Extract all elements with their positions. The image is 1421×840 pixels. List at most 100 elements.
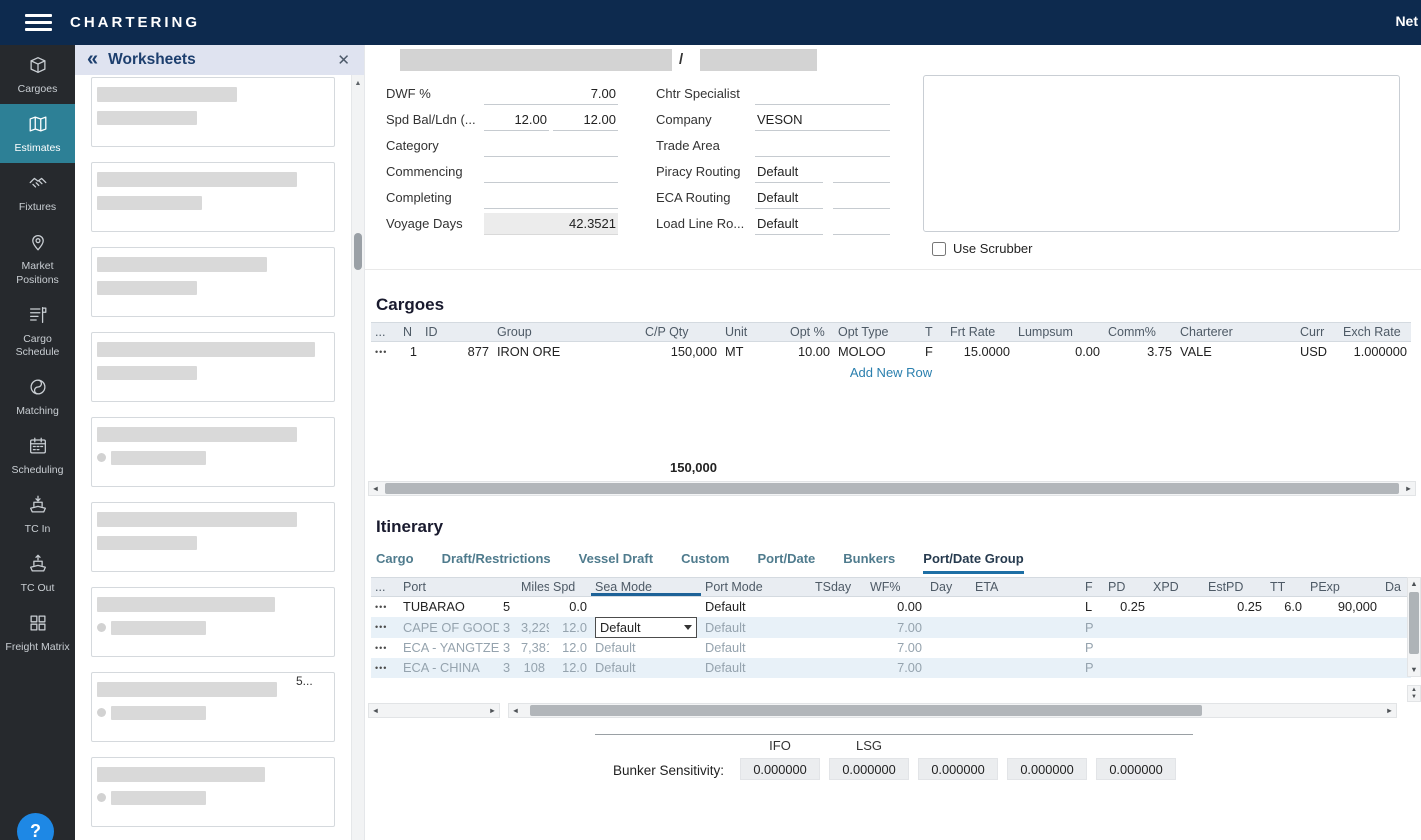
worksheet-card[interactable] [91,757,335,827]
row-menu-icon[interactable]: ••• [371,597,399,617]
cell-wf[interactable]: 7.00 [866,638,926,658]
cell-estpd[interactable] [1204,617,1266,638]
notes-textarea[interactable] [923,75,1400,232]
piracy-routing-input[interactable] [755,161,823,183]
cell-xpd[interactable] [1149,597,1204,617]
scrollbar-thumb[interactable] [530,705,1202,716]
scroll-left-icon[interactable]: ◄ [369,482,382,495]
itinerary-row[interactable]: ••• ECA - CHINA 3 108 12.0 Default Defau… [371,658,1411,678]
cell-tt[interactable] [1266,617,1306,638]
cell-sea-mode[interactable]: Default [591,658,701,678]
trade-area-input[interactable] [755,135,890,157]
scroll-right-icon[interactable]: ► [1402,482,1415,495]
scrollbar-thumb[interactable] [354,233,362,270]
worksheet-card[interactable] [91,587,335,657]
cell-day[interactable] [926,658,971,678]
cell-port-mode[interactable]: Default [701,597,811,617]
cell-estpd[interactable] [1204,658,1266,678]
cell-tsday[interactable] [811,617,866,638]
cell-lumpsum[interactable]: 0.00 [1014,342,1104,362]
help-button[interactable]: ? [17,813,54,840]
cell-charterer[interactable]: VALE [1176,342,1296,362]
scroll-left-icon[interactable]: ◄ [509,704,522,717]
cell-pd[interactable] [1104,617,1149,638]
dwf-input[interactable] [484,83,618,105]
sidebar-item-matching[interactable]: Matching [0,367,75,426]
scroll-up-icon[interactable]: ▲ [1408,578,1420,590]
add-new-row-link[interactable]: Add New Row [371,365,1411,380]
worksheets-scrollbar[interactable]: ▲ [351,75,364,840]
cell-port-mode[interactable]: Default [701,658,811,678]
piracy-routing-secondary-field[interactable] [833,161,890,183]
row-menu-icon[interactable]: ••• [371,617,399,638]
cell-eta[interactable] [971,597,1081,617]
cell-day[interactable] [926,638,971,658]
cell-tt[interactable]: 6.0 [1266,597,1306,617]
topbar-right-link[interactable]: Net [1395,13,1418,29]
sidebar-item-estimates[interactable]: Estimates [0,104,75,163]
cell-tsday[interactable] [811,638,866,658]
sea-mode-dropdown[interactable]: Default [595,617,697,638]
cell-estpd[interactable] [1204,638,1266,658]
cell-tsday[interactable] [811,658,866,678]
cell-pexp[interactable]: 90,000 [1306,597,1381,617]
cell-frt-rate[interactable]: 15.0000 [946,342,1014,362]
cell-sea-mode[interactable] [591,597,701,617]
cell-port[interactable]: TUBARAO [399,597,499,617]
scrollbar-thumb[interactable] [385,483,1399,494]
cell-miles[interactable]: 3,229 [517,617,549,638]
eca-routing-secondary-field[interactable] [833,187,890,209]
cell-port[interactable]: CAPE OF GOOD [399,617,499,638]
cell-pd[interactable]: 0.25 [1104,597,1149,617]
tab-bunkers[interactable]: Bunkers [843,551,895,574]
cell-port-mode[interactable]: Default [701,638,811,658]
cell-miles[interactable]: 108 [517,658,549,678]
cell-f[interactable]: P [1081,658,1104,678]
close-icon[interactable]: ✕ [337,51,350,69]
cell-xpd[interactable] [1149,658,1204,678]
cell-sea-mode[interactable]: Default [591,638,701,658]
worksheet-card[interactable] [91,77,335,147]
commencing-input[interactable] [484,161,618,183]
sidebar-item-fixtures[interactable]: Fixtures [0,163,75,222]
cell-spd[interactable]: 12.0 [549,658,591,678]
itinerary-row[interactable]: ••• ECA - YANGTZE 3 7,381 12.0 Default D… [371,638,1411,658]
row-menu-icon[interactable]: ••• [371,342,399,362]
cell-xpd[interactable] [1149,638,1204,658]
scrollbar-thumb[interactable] [1409,592,1419,654]
worksheet-card[interactable] [91,162,335,232]
itinerary-row[interactable]: ••• CAPE OF GOOD 3 3,229 12.0 Default De… [371,617,1411,638]
eca-routing-input[interactable] [755,187,823,209]
worksheet-card[interactable] [91,417,335,487]
cell-t[interactable]: F [921,342,946,362]
cell-tsday[interactable] [811,597,866,617]
cell-tt[interactable] [1266,658,1306,678]
scroll-up-icon[interactable]: ▲ [352,80,364,87]
completing-input[interactable] [484,187,618,209]
cell-wf[interactable]: 7.00 [866,658,926,678]
cell-pd[interactable] [1104,638,1149,658]
tab-cargo[interactable]: Cargo [376,551,414,574]
cell-eta[interactable] [971,617,1081,638]
tab-vessel-draft[interactable]: Vessel Draft [579,551,653,574]
spd-ballast-input[interactable] [484,109,549,131]
sidebar-item-scheduling[interactable]: Scheduling [0,426,75,485]
cell-pexp[interactable] [1306,617,1381,638]
cell-wf[interactable]: 7.00 [866,617,926,638]
bunker-sensitivity-input-2[interactable] [829,758,909,780]
spd-laden-input[interactable] [553,109,618,131]
use-scrubber-checkbox[interactable] [932,242,946,256]
menu-icon[interactable] [25,10,52,35]
cell-f[interactable]: P [1081,638,1104,658]
itinerary-vscrollbar[interactable]: ▲ ▼ [1407,577,1421,677]
scrollbar-track[interactable] [522,704,1383,717]
cell-curr[interactable]: USD [1296,342,1339,362]
cell-day[interactable] [926,597,971,617]
cell-unit[interactable]: MT [721,342,786,362]
cell-pexp[interactable] [1306,638,1381,658]
cell-port-mode[interactable]: Default [701,617,811,638]
cell-miles[interactable]: 7,381 [517,638,549,658]
category-input[interactable] [484,135,618,157]
chtr-specialist-input[interactable] [755,83,890,105]
sidebar-item-cargo-schedule[interactable]: Cargo Schedule [0,295,75,367]
